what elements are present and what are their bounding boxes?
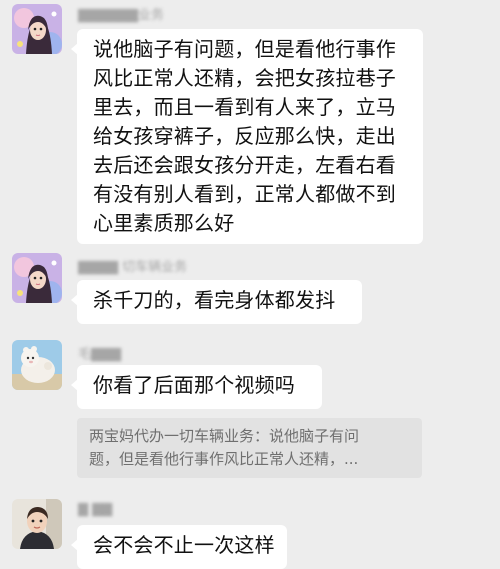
sender-name: ▇▇▇▇ 切车辆业务 — [78, 260, 188, 275]
avatar[interactable] — [12, 253, 62, 303]
message-bubble[interactable]: 杀千刀的，看完身体都发抖 — [71, 280, 362, 324]
avatar[interactable] — [12, 340, 62, 390]
avatar[interactable] — [12, 499, 62, 549]
sender-name: 毛▇▇▇ — [78, 347, 121, 362]
avatar[interactable] — [12, 4, 62, 54]
message-bubble[interactable]: 会不会不止一次这样 — [71, 525, 287, 569]
message-bubble[interactable]: 说他脑子有问题，但是看他行事作 风比正常人还精，会把女孩拉巷子 里去，而且一看到… — [71, 29, 423, 244]
sender-name: ▇ ▇▇ — [78, 502, 113, 517]
quoted-message[interactable]: 两宝妈代办一切车辆业务：说他脑子有问 题，但是看他行事作风比正常人还精，... — [77, 418, 422, 478]
sender-name: ▇▇▇▇▇▇业务 — [78, 8, 164, 23]
message-bubble[interactable]: 你看了后面那个视频吗 — [71, 365, 322, 409]
